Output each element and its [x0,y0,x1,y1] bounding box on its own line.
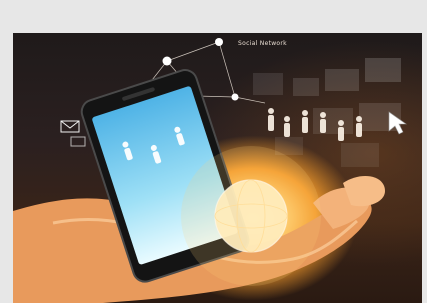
globe-icon [181,146,321,286]
envelope-icon [60,120,86,147]
photo-illustration [13,38,407,303]
technology-photo: Social Network [13,33,422,303]
image-frame: Social Network [0,0,427,303]
